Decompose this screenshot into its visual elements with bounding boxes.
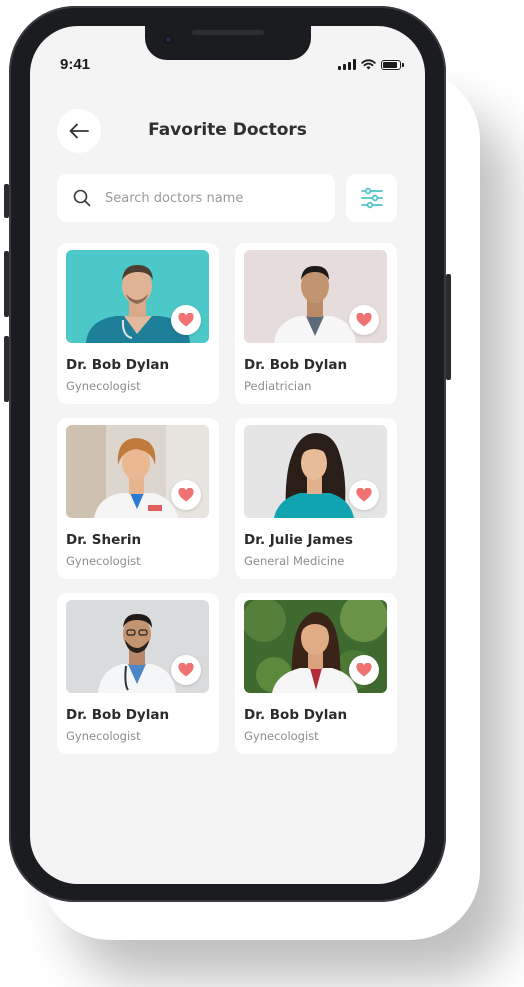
doctor-specialty: General Medicine — [244, 554, 345, 568]
doctor-photo — [244, 600, 387, 693]
page-title: Favorite Doctors — [148, 120, 307, 140]
doctor-specialty: Gynecologist — [244, 729, 319, 743]
favorite-button[interactable] — [349, 655, 379, 685]
favorite-button[interactable] — [349, 480, 379, 510]
speaker — [192, 30, 264, 35]
doctor-name: Dr. Bob Dylan — [244, 707, 348, 723]
heart-icon — [356, 488, 372, 502]
heart-icon — [178, 313, 194, 327]
doctor-name: Dr. Sherin — [66, 532, 142, 548]
doctor-card[interactable]: Dr. Julie James General Medicine — [235, 418, 397, 579]
doctor-card[interactable]: Dr. Bob Dylan Gynecologist — [57, 593, 219, 754]
doctor-name: Dr. Julie James — [244, 532, 353, 548]
doctor-name: Dr. Bob Dylan — [244, 357, 348, 373]
status-time: 9:41 — [60, 56, 91, 73]
notch — [145, 26, 311, 60]
search-icon — [73, 189, 91, 207]
status-icons — [338, 59, 404, 70]
doctor-specialty: Gynecologist — [66, 379, 141, 393]
heart-icon — [356, 663, 372, 677]
filter-button[interactable] — [346, 174, 397, 222]
doctor-photo — [244, 425, 387, 518]
front-camera — [164, 35, 173, 44]
side-button-power — [446, 274, 451, 380]
search-input[interactable] — [103, 189, 317, 207]
battery-icon — [381, 59, 404, 70]
heart-icon — [356, 313, 372, 327]
doctor-photo — [66, 425, 209, 518]
search-bar[interactable] — [57, 174, 335, 222]
doctor-specialty: Pediatrician — [244, 379, 312, 393]
side-button-volume-up — [4, 251, 9, 317]
doctor-card[interactable]: Dr. Bob Dylan Gynecologist — [57, 243, 219, 404]
doctor-name: Dr. Bob Dylan — [66, 707, 170, 723]
doctor-photo — [66, 600, 209, 693]
doctor-card[interactable]: Dr. Sherin Gynecologist — [57, 418, 219, 579]
heart-icon — [178, 488, 194, 502]
wifi-icon — [361, 59, 376, 70]
doctor-specialty: Gynecologist — [66, 554, 141, 568]
favorite-button[interactable] — [171, 480, 201, 510]
doctor-photo — [66, 250, 209, 343]
doctor-photo — [244, 250, 387, 343]
doctor-name: Dr. Bob Dylan — [66, 357, 170, 373]
side-button-mute — [4, 184, 9, 218]
side-button-volume-down — [4, 336, 9, 402]
favorite-button[interactable] — [171, 655, 201, 685]
favorite-button[interactable] — [349, 305, 379, 335]
doctor-card[interactable]: Dr. Bob Dylan Pediatrician — [235, 243, 397, 404]
favorite-button[interactable] — [171, 305, 201, 335]
doctor-specialty: Gynecologist — [66, 729, 141, 743]
heart-icon — [178, 663, 194, 677]
signal-icon — [338, 59, 356, 70]
sliders-icon — [360, 187, 383, 209]
app-screen: 9:41 Favorite Doctors Search doctors nam… — [30, 26, 425, 884]
doctor-card[interactable]: Dr. Bob Dylan Gynecologist — [235, 593, 397, 754]
